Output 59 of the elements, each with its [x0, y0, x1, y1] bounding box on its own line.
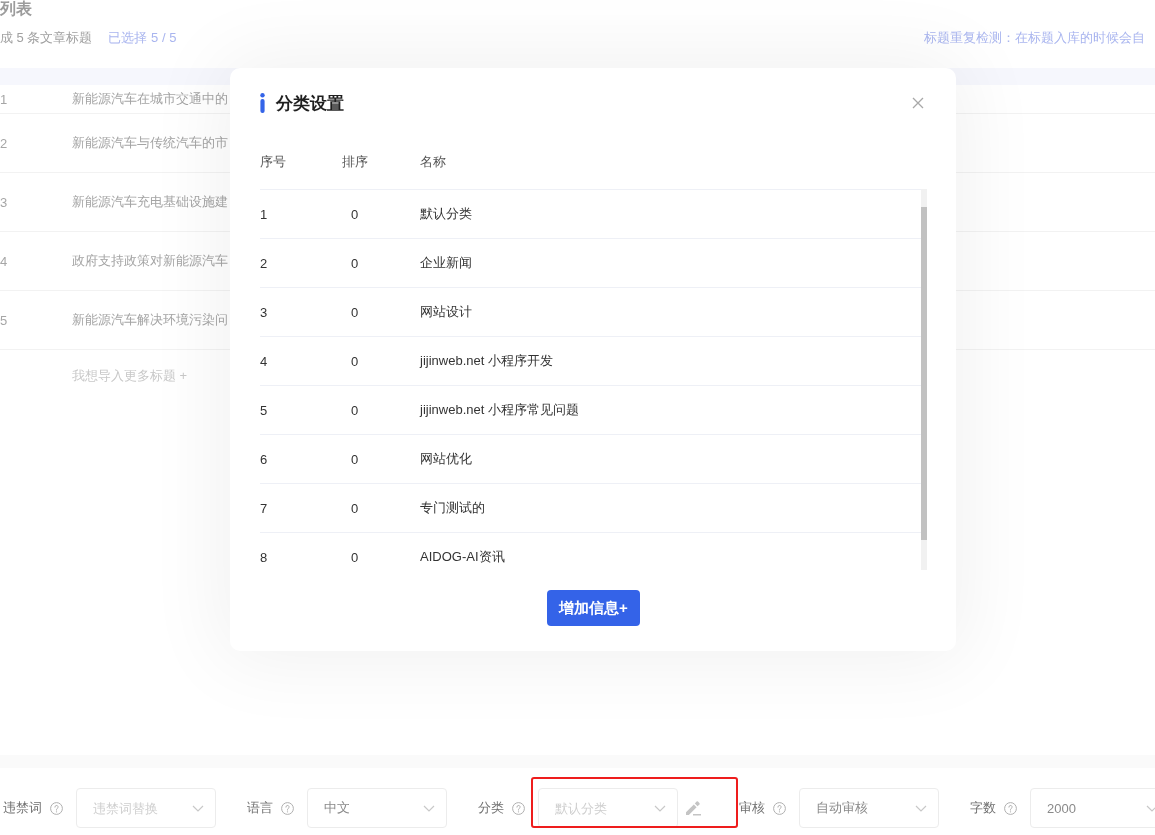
table-cell: 0: [351, 353, 359, 369]
row-number: 5: [0, 312, 8, 328]
add-button[interactable]: 增加信息+: [547, 590, 640, 626]
field-label: 审核: [739, 799, 765, 817]
help-icon: [1004, 801, 1017, 815]
notice-text: 标题重复检测：在标题入库的时候会自: [924, 29, 1145, 47]
table-cell: 5: [260, 402, 268, 418]
column-header: 名称: [420, 154, 446, 171]
table-cell: 0: [351, 402, 359, 418]
select-field[interactable]: 中文: [307, 788, 447, 828]
table-cell: 7: [260, 500, 268, 516]
select-field[interactable]: 2000: [1030, 788, 1155, 828]
table-cell: jijinweb.net 小程序常见问题: [420, 401, 579, 419]
selection-count: 已选择 5 / 5: [108, 29, 177, 47]
table-cell: 0: [351, 255, 359, 271]
help-icon: [773, 801, 786, 815]
field-label: 字数: [970, 799, 996, 817]
table-cell: 0: [351, 304, 359, 320]
column-header: 排序: [342, 154, 368, 171]
info-icon: [260, 93, 265, 113]
pencil-icon: [685, 800, 701, 816]
title-text: 新能源汽车充电基础设施建: [72, 193, 228, 211]
table-cell: 专门测试的: [420, 499, 485, 517]
help-icon: [50, 801, 63, 815]
row-number: 2: [0, 135, 8, 151]
table-cell: 8: [260, 549, 268, 565]
table-cell: 1: [260, 206, 268, 222]
row-number: 4: [0, 253, 8, 269]
table-cell: 0: [351, 451, 359, 467]
title-text: 新能源汽车在城市交通中的: [72, 90, 228, 108]
title-text: 政府支持政策对新能源汽车: [72, 252, 228, 270]
field-label: 分类: [478, 799, 504, 817]
field-label: 语言: [247, 799, 273, 817]
table-cell: 网站设计: [420, 303, 472, 321]
table-cell: 企业新闻: [420, 254, 472, 272]
table-cell: 4: [260, 353, 268, 369]
field-label: 违禁词: [3, 799, 42, 817]
title-text: 新能源汽车与传统汽车的市: [72, 134, 228, 152]
table-cell: 网站优化: [420, 450, 472, 468]
help-icon: [512, 801, 525, 815]
title-text: 新能源汽车解决环境污染问: [72, 311, 228, 329]
dialog-title: 分类设置: [276, 92, 344, 115]
row-number: 1: [0, 91, 8, 107]
table-cell: 0: [351, 549, 359, 565]
select-field[interactable]: 自动审核: [799, 788, 939, 828]
table-cell: 默认分类: [420, 205, 472, 223]
table-cell: 0: [351, 500, 359, 516]
help-icon: [281, 801, 294, 815]
row-number: 3: [0, 194, 8, 210]
table-cell: AIDOG-AI资讯: [420, 548, 505, 566]
column-header: 序号: [260, 154, 286, 171]
table-cell: 3: [260, 304, 268, 320]
summary-text: 成 5 条文章标题: [0, 29, 93, 47]
table-cell: 0: [351, 206, 359, 222]
close-icon[interactable]: [912, 97, 924, 109]
page-title: 列表: [0, 0, 32, 18]
table-cell: 6: [260, 451, 268, 467]
table-cell: jijinweb.net 小程序开发: [420, 352, 553, 370]
table-cell: 2: [260, 255, 268, 271]
